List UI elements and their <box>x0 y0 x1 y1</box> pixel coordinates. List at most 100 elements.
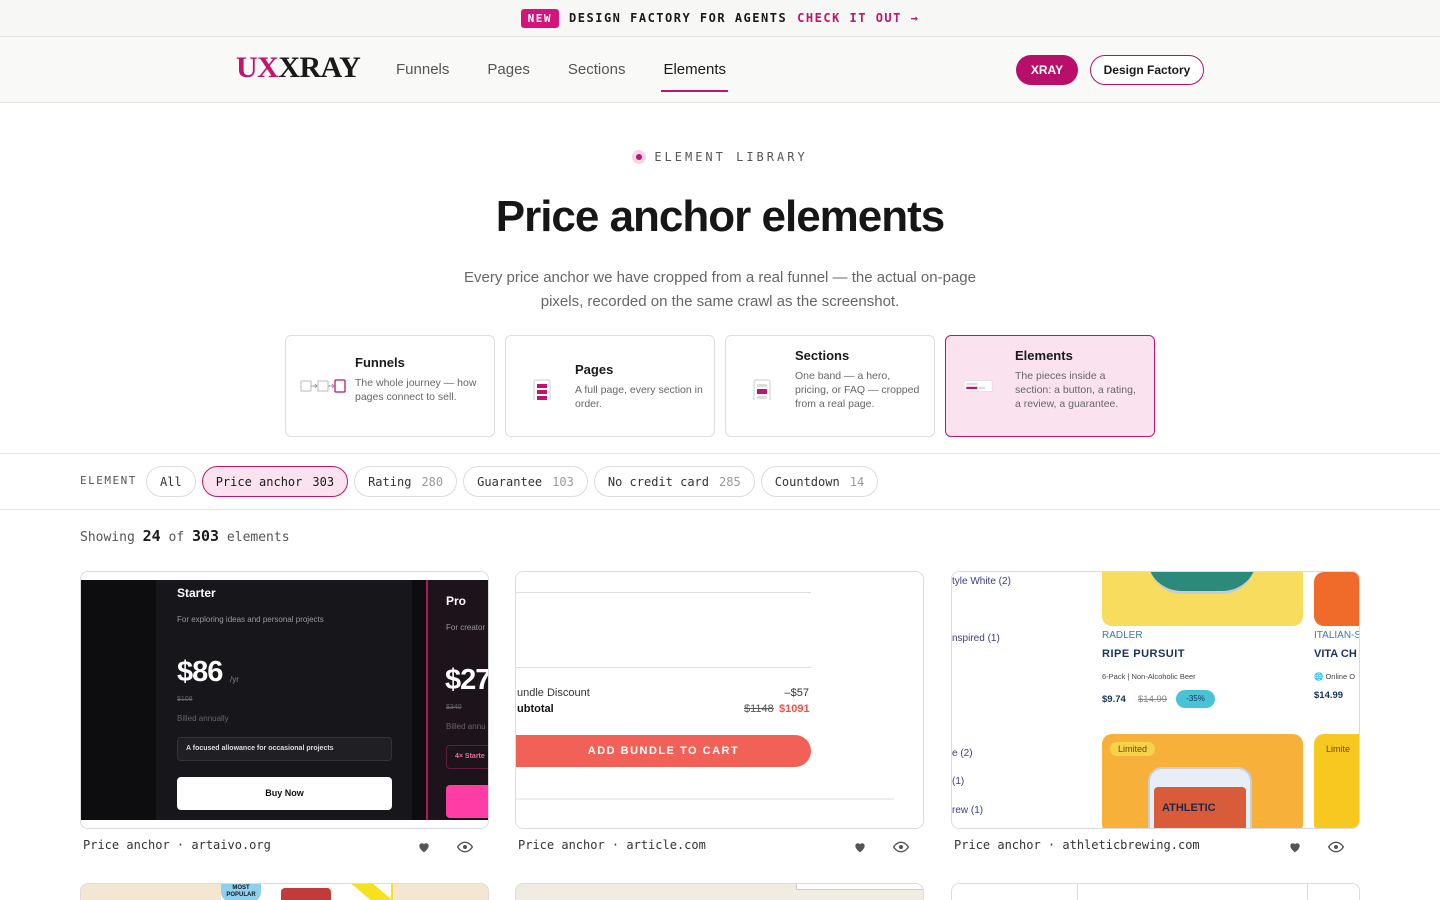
chip-label: Countdown <box>774 474 840 489</box>
plan-old-price: $340 <box>446 704 462 711</box>
eyebrow: ELEMENT LIBRARY <box>0 150 1440 164</box>
can-brand: ATHLETIC <box>1162 802 1216 814</box>
plan-feature: A focused allowance for occasional proje… <box>177 737 392 761</box>
product-desc: 6-Pack | Non-Alcoholic Beer <box>1102 672 1196 681</box>
plan-billing: Billed annu <box>446 722 486 731</box>
nav-link-funnels[interactable]: Funnels <box>396 37 449 103</box>
limited-tag: Limite <box>1326 744 1351 754</box>
filter-option: tyle White (2) <box>952 576 1011 587</box>
chip-rating[interactable]: Rating 280 <box>354 466 458 497</box>
product-kicker: ITALIAN-S <box>1314 630 1360 641</box>
filter-label: ELEMENT <box>80 474 137 487</box>
nav-link-pages[interactable]: Pages <box>487 37 530 103</box>
heart-icon[interactable] <box>853 840 867 854</box>
chip-count: 280 <box>421 474 444 489</box>
library-card-sections[interactable]: Sections One band — a hero, pricing, or … <box>725 335 935 437</box>
funnel-flow-icon <box>300 379 346 393</box>
chip-count: 14 <box>849 474 865 489</box>
element-card-caption: Price anchor · athleticbrewing.com <box>954 838 1200 852</box>
design-factory-button[interactable]: Design Factory <box>1090 55 1204 85</box>
element-card-preview[interactable] <box>515 883 924 900</box>
element-card-preview[interactable] <box>951 883 1360 900</box>
library-card-title: Funnels <box>355 355 405 370</box>
chip-all[interactable]: All <box>146 466 196 497</box>
library-card-desc: A full page, every section in order. <box>575 384 703 411</box>
chip-label: All <box>160 474 182 489</box>
element-card-preview[interactable]: tyle White (2) nspired (1) e (2) (1) rew… <box>951 571 1360 829</box>
plan-period: /yr <box>230 675 239 684</box>
plan-desc: For creator <box>446 623 486 632</box>
element-pieces-icon <box>964 380 993 392</box>
plan-name: Pro <box>446 594 467 608</box>
preview-divider <box>516 667 811 668</box>
chip-count: 303 <box>312 474 335 489</box>
library-card-title: Elements <box>1015 348 1073 363</box>
element-card-caption: Price anchor · artaivo.org <box>83 838 271 852</box>
eye-icon[interactable] <box>1328 840 1344 854</box>
new-badge: NEW <box>520 8 560 28</box>
subtotal-old: $1148 <box>744 703 774 715</box>
chip-label: No credit card <box>607 474 709 489</box>
product-desc-text: Online O <box>1325 672 1356 681</box>
plan-name: Starter <box>177 586 216 600</box>
nav-link-sections[interactable]: Sections <box>568 37 626 103</box>
chip-label: Rating <box>368 474 412 489</box>
eye-icon[interactable] <box>457 840 473 854</box>
xray-button[interactable]: XRAY <box>1016 55 1078 85</box>
product-kicker: RADLER <box>1102 630 1143 641</box>
showing-shown: 24 <box>142 527 161 545</box>
nav-link-elements[interactable]: Elements <box>661 37 728 103</box>
showing-prefix: Showing <box>80 530 135 545</box>
preview-panel <box>796 884 923 890</box>
eye-icon[interactable] <box>893 840 909 854</box>
chip-guarantee[interactable]: Guarantee 103 <box>463 466 588 497</box>
discount-label: undle Discount <box>517 687 590 699</box>
preview-divider <box>1077 884 1078 900</box>
plan-price: $86 <box>177 656 223 688</box>
preview-divider <box>516 798 894 800</box>
plan-old-price: $108 <box>177 696 193 703</box>
filter-option: rew (1) <box>952 805 984 816</box>
buy-now-button: Buy Now <box>177 777 392 810</box>
divider <box>0 453 1440 454</box>
logo[interactable]: UXXRAY <box>236 51 361 85</box>
plan-feature: 4× Starte <box>446 745 488 769</box>
chip-price-anchor[interactable]: Price anchor 303 <box>201 466 349 497</box>
limited-tag: Limited <box>1110 742 1156 756</box>
preview-divider <box>1307 884 1308 900</box>
product-image <box>281 888 331 900</box>
announcement-cta-link[interactable]: CHECK IT OUT → <box>797 11 919 25</box>
product-image <box>1314 572 1359 626</box>
library-card-title: Sections <box>795 348 850 363</box>
library-card-funnels[interactable]: Funnels The whole journey — how pages co… <box>285 335 495 437</box>
buy-button <box>446 785 488 818</box>
showing-of: of <box>168 530 185 545</box>
filter-option: nspired (1) <box>952 633 1000 644</box>
element-card-preview[interactable]: MOST POPULAR <box>80 883 489 900</box>
chip-no-credit-card[interactable]: No credit card 285 <box>593 466 755 497</box>
page-title: Price anchor elements <box>495 192 946 241</box>
library-card-pages[interactable]: Pages A full page, every section in orde… <box>505 335 715 437</box>
element-card-preview[interactable]: undle Discount –$57 ubtotal $1148 $1091 … <box>515 571 924 829</box>
element-card-caption: Price anchor · article.com <box>518 838 706 852</box>
chip-count: 285 <box>719 474 741 489</box>
heart-icon[interactable] <box>1288 840 1302 854</box>
library-card-title: Pages <box>575 362 614 377</box>
preview-divider <box>516 592 811 593</box>
discount-badge: -35% <box>1176 690 1215 708</box>
eyebrow-text: ELEMENT LIBRARY <box>654 150 808 164</box>
plan-desc: For exploring ideas and personal project… <box>177 615 324 624</box>
plan-billing: Billed annually <box>177 714 229 723</box>
eyebrow-dot-icon <box>632 150 647 164</box>
library-card-desc: The whole journey — how pages connect to… <box>355 377 477 404</box>
logo-xray: XRAY <box>278 51 361 84</box>
chip-countdown[interactable]: Countdown 14 <box>760 466 879 497</box>
element-card-preview[interactable]: Starter For exploring ideas and personal… <box>80 571 489 829</box>
page-stack-icon <box>533 379 551 400</box>
heart-icon[interactable] <box>417 840 431 854</box>
announcement-bar[interactable]: NEW DESIGN FACTORY FOR AGENTS CHECK IT O… <box>0 0 1440 37</box>
product-price: $9.74 <box>1102 694 1126 705</box>
page-subtitle: Every price anchor we have cropped from … <box>464 269 976 310</box>
library-card-elements[interactable]: Elements The pieces inside a section: a … <box>945 335 1155 437</box>
results-count: Showing 24 of 303 elements <box>80 527 290 545</box>
